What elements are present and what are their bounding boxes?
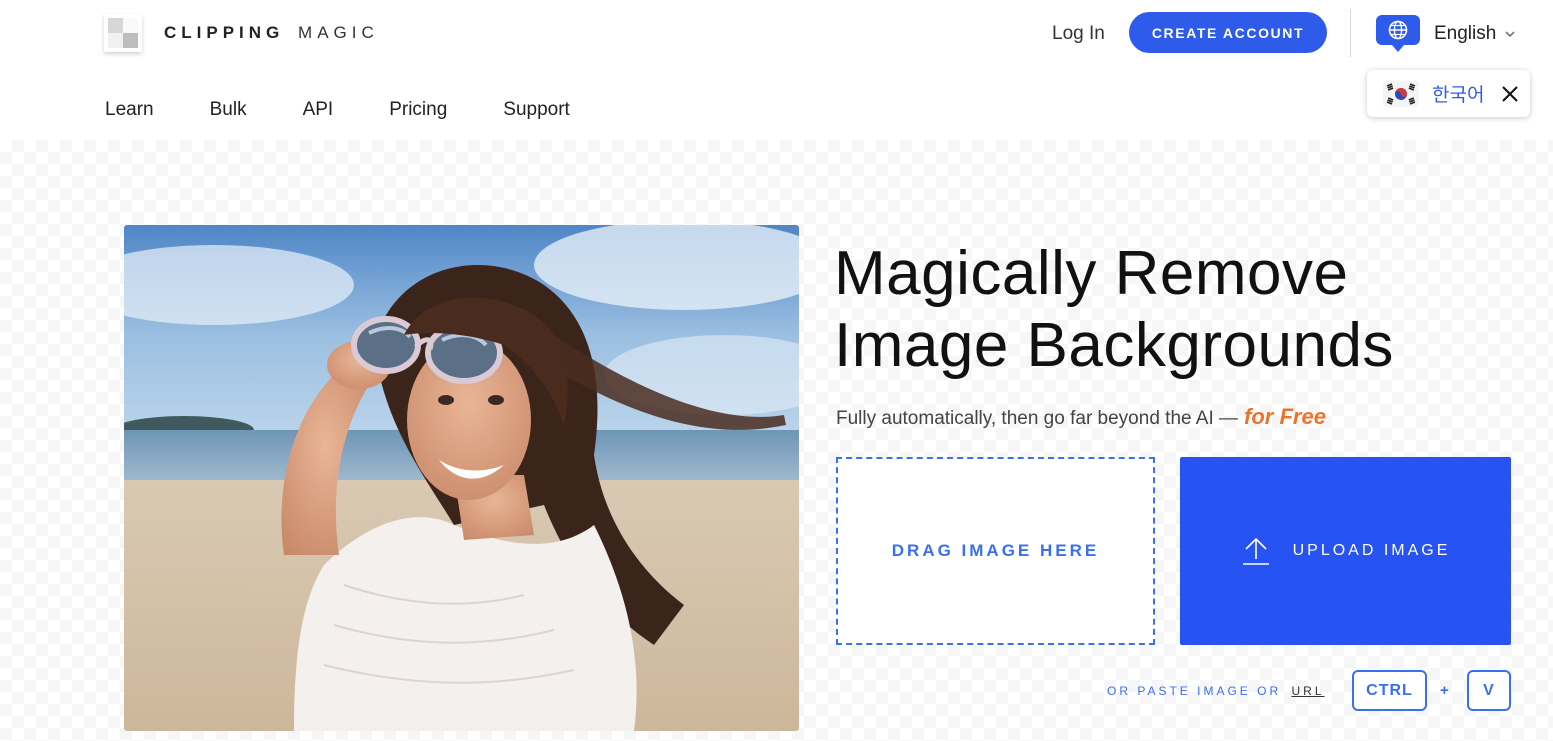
create-account-button[interactable]: CREATE ACCOUNT — [1129, 12, 1327, 53]
v-key: V — [1467, 670, 1511, 711]
logo-icon — [104, 14, 142, 52]
language-selector[interactable]: English — [1376, 15, 1516, 53]
globe-icon — [1376, 15, 1420, 53]
language-label: English — [1434, 23, 1497, 44]
subtitle-highlight: for Free — [1244, 404, 1326, 429]
drag-drop-zone[interactable]: DRAG IMAGE HERE — [836, 457, 1155, 645]
paste-url-link[interactable]: URL — [1291, 684, 1324, 698]
logo-text-light: MAGIC — [298, 23, 379, 42]
upload-image-label: UPLOAD IMAGE — [1292, 542, 1451, 559]
ctrl-key: CTRL — [1352, 670, 1427, 711]
paste-hint-text: OR PASTE IMAGE OR — [1107, 684, 1282, 698]
header-divider — [1350, 9, 1351, 57]
nav-item-bulk[interactable]: Bulk — [210, 99, 247, 121]
login-link[interactable]: Log In — [1052, 23, 1105, 45]
upload-image-button[interactable]: UPLOAD IMAGE — [1180, 457, 1511, 645]
headline-line-2: Image Backgrounds — [834, 311, 1394, 380]
headline-line-1: Magically Remove — [834, 239, 1349, 308]
language-suggestion-popup: 한국어 — [1367, 70, 1530, 117]
subtitle: Fully automatically, then go far beyond … — [836, 404, 1326, 430]
nav-item-pricing[interactable]: Pricing — [389, 99, 447, 121]
nav-item-learn[interactable]: Learn — [105, 99, 154, 121]
page-title: Magically Remove Image Backgrounds — [834, 238, 1474, 382]
upload-icon — [1242, 537, 1269, 565]
korea-flag-icon — [1383, 80, 1419, 107]
hero-image — [124, 225, 799, 731]
key-plus: + — [1440, 682, 1449, 699]
nav-item-support[interactable]: Support — [503, 99, 570, 121]
logo-text-bold: CLIPPING — [164, 23, 285, 42]
close-icon[interactable] — [1500, 84, 1520, 104]
korean-language-link[interactable]: 한국어 — [1432, 80, 1484, 107]
subtitle-text: Fully automatically, then go far beyond … — [836, 408, 1239, 429]
logo-text: CLIPPING MAGIC — [164, 23, 379, 43]
drop-zone-label: DRAG IMAGE HERE — [891, 541, 1100, 560]
nav-item-api[interactable]: API — [303, 99, 334, 121]
logo[interactable]: CLIPPING MAGIC — [104, 14, 379, 52]
paste-hint: OR PASTE IMAGE OR URL — [1107, 684, 1325, 698]
main-nav: Learn Bulk API Pricing Support — [105, 99, 626, 121]
chevron-down-icon — [1505, 31, 1515, 38]
